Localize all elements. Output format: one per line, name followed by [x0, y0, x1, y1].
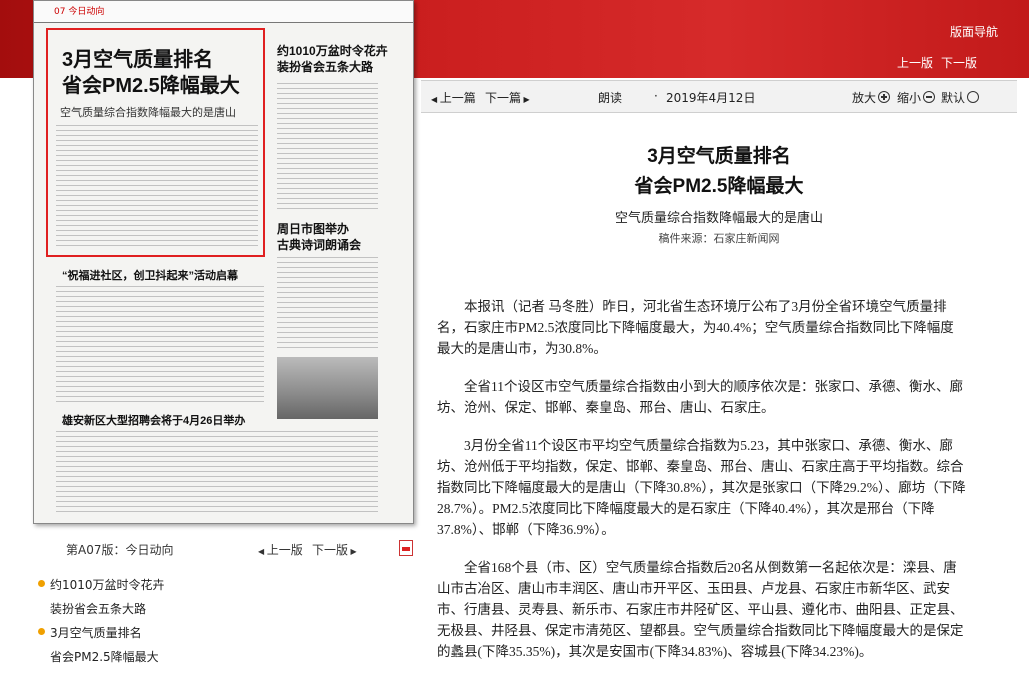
thumb-text-block [56, 286, 264, 406]
article-title: 3月空气质量排名 省会PM2.5降幅最大 [634, 146, 804, 197]
prev-page-button[interactable]: 上一版 [897, 56, 933, 70]
next-page-button[interactable]: 下一版 [941, 56, 977, 70]
plus-icon [878, 91, 891, 103]
dot-separator: · [654, 89, 658, 103]
chevron-right-icon: ▶ [521, 95, 530, 104]
bullet-icon [38, 580, 45, 587]
list-item[interactable]: 约1010万盆时令花卉 装扮省会五条大路 [38, 573, 408, 621]
article-body: 本报讯（记者 马冬胜）昨日，河北省生态环境厅公布了3月份全省环境空气质量排名，石… [437, 296, 967, 679]
page-name: 第A07版：今日动向 [66, 543, 174, 557]
circle-icon [967, 91, 980, 103]
paragraph: 全省11个设区市空气质量综合指数由小到大的顺序依次是：张家口、承德、衡水、廊坊、… [437, 379, 963, 415]
thumb-headline-community[interactable]: “祝福进社区，创卫抖起来”活动启幕 [62, 267, 238, 283]
page-header-strip: 07 今日动向 [34, 1, 413, 23]
pdf-icon[interactable] [399, 540, 413, 556]
page-nav-link[interactable]: 版面导航 [950, 23, 998, 40]
chevron-right-icon: ▶ [348, 547, 357, 556]
read-aloud-button[interactable]: 朗读 [598, 89, 622, 106]
thumb-headline: 3月空气质量排名 省会PM2.5降幅最大 [62, 49, 240, 97]
prev-page-link[interactable]: ◀ 上一版 [258, 541, 303, 558]
paragraph: 本报讯（记者 马冬胜）昨日，河北省生态环境厅公布了3月份全省环境空气质量排名，石… [437, 299, 954, 356]
zoom-out-button[interactable]: 缩小 [897, 89, 936, 106]
thumb-headline-xiongan[interactable]: 雄安新区大型招聘会将于4月26日举办 [62, 412, 245, 428]
article-toolbar: ◀ 上一篇 下一篇 ▶ 朗读 · 2019年4月12日 放大 缩小 默认 [421, 80, 1017, 113]
default-size-button[interactable]: 默认 [941, 89, 980, 106]
thumb-headline-flowers[interactable]: 约1010万盆时令花卉 装扮省会五条大路 [277, 43, 388, 75]
issue-date: 2019年4月12日 [666, 91, 756, 105]
list-item[interactable]: 3月空气质量排名 省会PM2.5降幅最大 [38, 621, 408, 669]
page-nav: 上一版 下一版 [897, 54, 985, 71]
next-page-link[interactable]: 下一版 ▶ [312, 541, 357, 558]
chevron-left-icon: ◀ [431, 95, 440, 104]
article-list: 约1010万盆时令花卉 装扮省会五条大路 3月空气质量排名 省会PM2.5降幅最… [38, 573, 408, 669]
next-article-button[interactable]: 下一篇 ▶ [485, 89, 530, 106]
thumb-text-block [56, 125, 258, 250]
article-subtitle: 空气质量综合指数降幅最大的是唐山 [614, 211, 823, 226]
paragraph: 全省168个县（市、区）空气质量综合指数后20名从倒数第一名起依次是：滦县、唐山… [437, 560, 964, 659]
thumb-text-block [56, 431, 378, 516]
chevron-left-icon: ◀ [258, 547, 267, 556]
prev-article-button[interactable]: ◀ 上一篇 [431, 89, 476, 106]
thumb-subheadline: 空气质量综合指数降幅最大的是唐山 [60, 106, 236, 119]
paragraph: 3月份全省11个设区市平均空气质量综合指数为5.23，其中张家口、承德、衡水、廊… [437, 438, 966, 537]
zoom-in-button[interactable]: 放大 [852, 89, 891, 106]
minus-icon [923, 91, 936, 103]
article-source: 稿件来源：石家庄新闻网 [658, 232, 780, 245]
bullet-icon [38, 628, 45, 635]
thumb-text-block [277, 257, 378, 352]
thumb-text-block [277, 83, 378, 213]
newspaper-page-thumbnail[interactable]: 07 今日动向 3月空气质量排名 省会PM2.5降幅最大 空气质量综合指数降幅最… [33, 0, 414, 524]
thumb-photo [277, 357, 378, 419]
thumb-headline-poetry[interactable]: 周日市图举办 古典诗词朗诵会 [277, 221, 361, 253]
